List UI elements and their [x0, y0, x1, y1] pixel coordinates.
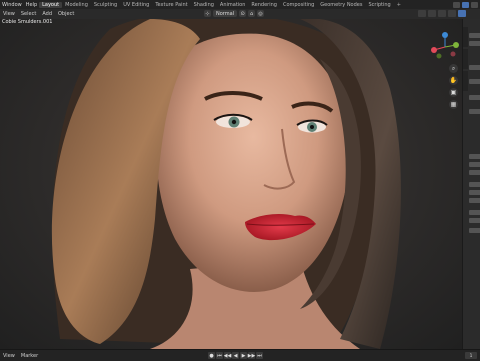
sidebar-field-2[interactable]	[469, 41, 480, 46]
sidebar-field-12[interactable]	[469, 198, 480, 203]
3d-viewport[interactable]	[0, 19, 462, 349]
properties-sidebar	[462, 19, 480, 349]
playback-controls: ● ⏮ ◀◀ ◀ ▶ ▶▶ ⏭	[208, 352, 263, 359]
portrait-render	[51, 19, 401, 349]
play-reverse-button[interactable]: ◀	[232, 352, 239, 359]
gizmo-x-handle[interactable]	[431, 47, 437, 53]
transform-orientation-value: Normal	[216, 10, 235, 17]
right-pupil	[310, 125, 314, 129]
sidebar-field-4[interactable]	[469, 79, 480, 84]
header-menu-add[interactable]: Add	[39, 11, 55, 17]
record-button[interactable]: ●	[208, 352, 215, 359]
sidebar-tab-tool[interactable]	[463, 49, 468, 69]
menu-help[interactable]: Help	[24, 2, 39, 8]
tab-texture-paint[interactable]: Texture Paint	[152, 2, 190, 8]
tab-sculpting[interactable]: Sculpting	[91, 2, 120, 8]
scene-icon[interactable]	[453, 1, 460, 8]
header-menu-select[interactable]: Select	[18, 11, 39, 17]
overlay-icon[interactable]	[428, 10, 436, 17]
sidebar-field-6[interactable]	[469, 109, 480, 114]
sidebar-field-11[interactable]	[469, 190, 480, 195]
tab-uv-editing[interactable]: UV Editing	[120, 2, 152, 8]
tab-layout[interactable]: Layout	[39, 1, 63, 8]
sidebar-field-3[interactable]	[469, 65, 480, 70]
zoom-icon[interactable]: ⌕	[449, 64, 458, 73]
sidebar-field-9[interactable]	[469, 170, 480, 175]
tab-geometry-nodes[interactable]: Geometry Nodes	[317, 2, 365, 8]
sidebar-tab-item[interactable]	[463, 27, 468, 47]
sidebar-field-5[interactable]	[469, 95, 480, 100]
gizmo-y-handle[interactable]	[453, 42, 459, 48]
sidebar-field-14[interactable]	[469, 218, 480, 223]
sidebar-field-13[interactable]	[469, 210, 480, 215]
menu-window[interactable]: Window	[0, 2, 24, 8]
gizmo-neg-x-handle[interactable]	[450, 51, 456, 57]
pan-icon[interactable]: ✋	[449, 76, 458, 85]
timeline-menu-marker[interactable]: Marker	[18, 353, 41, 359]
tab-animation[interactable]: Animation	[217, 2, 249, 8]
sidebar-field-1[interactable]	[469, 33, 480, 38]
visibility-icon[interactable]	[418, 10, 426, 17]
left-pupil	[231, 119, 237, 125]
camera-view-icon[interactable]: ▣	[449, 88, 458, 97]
topbar-right-controls	[453, 0, 480, 9]
sidebar-field-7[interactable]	[469, 154, 480, 159]
sidebar-field-15[interactable]	[469, 228, 480, 233]
jump-end-button[interactable]: ⏭	[256, 352, 263, 359]
pivot-icon[interactable]: ⊙	[239, 10, 247, 17]
view-layer-icon[interactable]	[462, 1, 469, 8]
transform-controls: ⊹ Normal ⊙ ⌂ ◎	[204, 10, 265, 17]
shading-controls	[418, 10, 466, 17]
header-menu-object[interactable]: Object	[55, 11, 77, 17]
top-bar: Window Help Layout Modeling Sculpting UV…	[0, 0, 480, 9]
transform-orientation-dropdown[interactable]: Normal	[213, 10, 238, 17]
timeline-menu-view[interactable]: View	[0, 353, 18, 359]
solid-shading-icon[interactable]	[458, 10, 466, 17]
orientation-icon[interactable]: ⊹	[204, 10, 211, 17]
active-object-name: Cobie Smulders.001	[2, 19, 53, 25]
tab-compositing[interactable]: Compositing	[280, 2, 317, 8]
perspective-toggle-icon[interactable]: ▦	[449, 100, 458, 109]
tab-modeling[interactable]: Modeling	[62, 2, 91, 8]
xray-icon[interactable]	[438, 10, 446, 17]
sidebar-field-10[interactable]	[469, 182, 480, 187]
tab-rendering[interactable]: Rendering	[248, 2, 280, 8]
sidebar-tab-view[interactable]	[463, 71, 468, 91]
jump-start-button[interactable]: ⏮	[216, 352, 223, 359]
prev-keyframe-button[interactable]: ◀◀	[224, 352, 231, 359]
play-button[interactable]: ▶	[240, 352, 247, 359]
current-frame-field[interactable]: 1	[465, 352, 477, 359]
gizmo-z-handle[interactable]	[442, 32, 448, 38]
add-workspace-button[interactable]: +	[394, 2, 404, 8]
proportional-edit-icon[interactable]: ◎	[257, 10, 265, 17]
render-layer-icon[interactable]	[471, 1, 478, 8]
tab-scripting[interactable]: Scripting	[365, 2, 393, 8]
snap-icon[interactable]: ⌂	[248, 10, 256, 17]
tab-shading[interactable]: Shading	[191, 2, 217, 8]
sidebar-field-8[interactable]	[469, 162, 480, 167]
header-menu-view[interactable]: View	[0, 11, 18, 17]
navigation-gizmo[interactable]	[430, 32, 460, 62]
timeline-bar: View Marker ● ⏮ ◀◀ ◀ ▶ ▶▶ ⏭ 1	[0, 349, 480, 361]
current-frame-value: 1	[469, 353, 473, 358]
wireframe-shading-icon[interactable]	[448, 10, 456, 17]
gizmo-neg-y-handle[interactable]	[436, 53, 442, 59]
next-keyframe-button[interactable]: ▶▶	[248, 352, 255, 359]
